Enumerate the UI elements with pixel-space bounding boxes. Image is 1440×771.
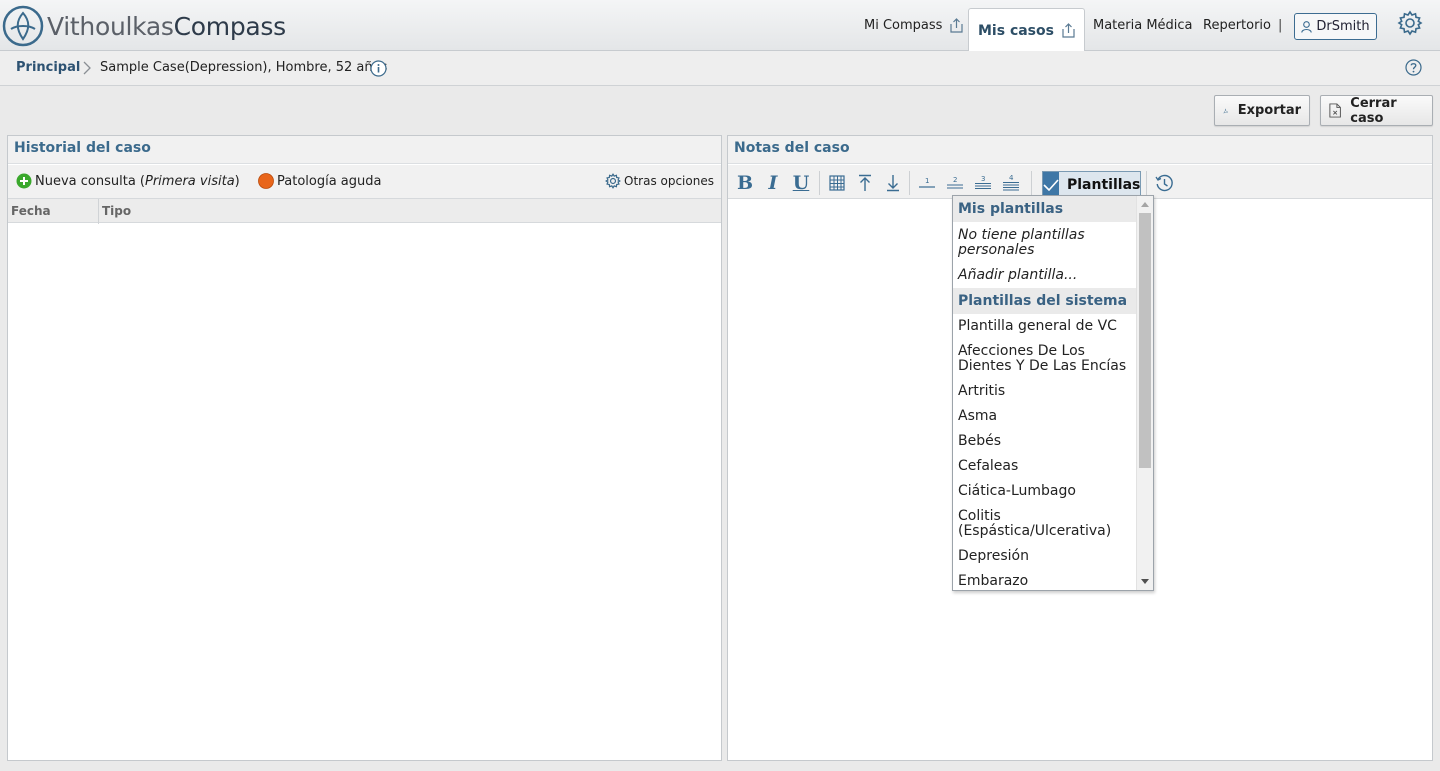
heading-2-button[interactable]: 2: [944, 172, 966, 194]
user-icon: [1301, 20, 1313, 33]
arrow-to-top-icon: [859, 174, 871, 191]
app-logo[interactable]: VithoulkasCompass: [2, 4, 286, 48]
svg-text:3: 3: [981, 176, 985, 183]
toolbar-divider: [819, 171, 820, 195]
dropdown-scrollbar[interactable]: [1136, 196, 1153, 590]
move-bottom-button[interactable]: [882, 172, 904, 194]
history-button[interactable]: [1153, 172, 1175, 194]
history-table-header: Fecha Tipo: [8, 198, 721, 224]
help-icon[interactable]: [1405, 59, 1422, 76]
italic-button[interactable]: I: [762, 172, 784, 194]
heading-3-button[interactable]: 3: [972, 172, 994, 194]
heading-1-icon: 1: [919, 177, 935, 188]
top-navigation-bar: VithoulkasCompass Mi Compass Mis casos M…: [0, 0, 1440, 52]
table-icon: [829, 175, 845, 191]
close-case-button[interactable]: Cerrar caso: [1320, 95, 1433, 126]
app-title: VithoulkasCompass: [47, 11, 286, 41]
history-clock-icon: [1154, 174, 1173, 191]
template-item[interactable]: Afecciones De Los Dientes Y De Las Encía…: [953, 339, 1138, 379]
add-circle-icon: [16, 173, 32, 189]
close-document-icon: [1329, 103, 1341, 118]
compass-logo-icon: [2, 5, 44, 47]
nav-mis-casos[interactable]: Mis casos: [968, 8, 1085, 52]
other-options-label: Otras opciones: [624, 174, 714, 188]
share-icon[interactable]: [950, 18, 964, 33]
gear-icon: [605, 173, 621, 189]
svg-text:1: 1: [925, 177, 929, 185]
breadcrumb-case-title: Sample Case(Depression), Hombre, 52 años: [100, 60, 388, 75]
template-item[interactable]: Cefaleas: [953, 454, 1138, 479]
user-menu-button[interactable]: DrSmith: [1294, 13, 1377, 40]
template-item[interactable]: Ciática-Lumbago: [953, 479, 1138, 504]
scroll-up-arrow-icon[interactable]: [1141, 202, 1149, 207]
share-icon[interactable]: [1062, 23, 1075, 38]
nav-mi-compass[interactable]: Mi Compass: [864, 0, 964, 51]
settings-gear-icon[interactable]: [1397, 10, 1423, 36]
user-name: DrSmith: [1316, 19, 1370, 34]
info-icon[interactable]: [370, 60, 387, 77]
insert-table-button[interactable]: [826, 172, 848, 194]
column-divider[interactable]: [98, 199, 99, 224]
underline-button[interactable]: U: [790, 172, 812, 194]
nav-mis-casos-label: Mis casos: [978, 22, 1054, 39]
templates-list: Mis plantillas No tiene plantillas perso…: [953, 196, 1138, 590]
column-header-fecha[interactable]: Fecha: [11, 204, 51, 218]
export-label: Exportar: [1237, 103, 1301, 118]
templates-label: Plantillas: [1067, 176, 1141, 193]
system-templates-header: Plantillas del sistema: [953, 288, 1138, 314]
checkmark-icon: [1043, 172, 1059, 197]
nav-repertorio[interactable]: Repertorio: [1203, 0, 1271, 51]
templates-button[interactable]: Plantillas: [1042, 171, 1141, 198]
arrow-to-bottom-icon: [887, 175, 899, 192]
template-item[interactable]: Colitis (Espástica/Ulcerativa): [953, 504, 1138, 544]
case-history-title: Historial del caso: [8, 136, 721, 164]
template-item[interactable]: Embarazo: [953, 569, 1138, 590]
template-item[interactable]: Bebés: [953, 429, 1138, 454]
breadcrumb: Principal Sample Case(Depression), Hombr…: [0, 51, 1440, 86]
nav-mi-compass-label: Mi Compass: [864, 18, 943, 33]
template-item[interactable]: Asma: [953, 404, 1138, 429]
heading-4-icon: 4: [1003, 175, 1019, 191]
svg-text:4: 4: [1009, 175, 1014, 182]
acute-pathology-icon: [258, 173, 274, 189]
heading-3-icon: 3: [975, 176, 991, 189]
heading-1-button[interactable]: 1: [916, 172, 938, 194]
other-options-button[interactable]: Otras opciones: [605, 173, 714, 189]
new-consultation-button[interactable]: Nueva consulta (Primera visita): [16, 173, 240, 189]
svg-text:2: 2: [953, 176, 957, 184]
close-case-label: Cerrar caso: [1350, 95, 1397, 126]
add-template-link[interactable]: Añadir plantilla...: [953, 263, 1138, 288]
heading-2-icon: 2: [947, 176, 963, 189]
my-templates-header: Mis plantillas: [953, 196, 1138, 222]
toolbar-divider: [909, 171, 910, 195]
chevron-right-icon: [83, 61, 91, 75]
nav-separator: |: [1278, 18, 1283, 33]
case-history-toolbar: Nueva consulta (Primera visita) Patologí…: [8, 165, 721, 199]
template-item[interactable]: Artritis: [953, 379, 1138, 404]
case-notes-title: Notas del caso: [728, 136, 1432, 164]
notes-editor-toolbar: B I U 1 2 3 4 Plantillas: [728, 165, 1432, 199]
scroll-down-arrow-icon[interactable]: [1141, 579, 1149, 584]
bold-button[interactable]: B: [734, 172, 756, 194]
templates-dropdown: Mis plantillas No tiene plantillas perso…: [952, 195, 1154, 591]
scrollbar-thumb[interactable]: [1139, 213, 1151, 468]
new-consultation-type: Primera visita: [145, 173, 235, 189]
template-item[interactable]: Depresión: [953, 544, 1138, 569]
nav-materia-medica[interactable]: Materia Médica: [1093, 0, 1193, 51]
no-personal-templates-text: No tiene plantillas personales: [958, 227, 1085, 258]
pdf-export-icon: [1223, 107, 1229, 113]
case-history-panel: Historial del caso Nueva consulta (Prime…: [7, 135, 722, 761]
toolbar-divider: [1146, 171, 1147, 195]
acute-pathology-label: Patología aguda: [277, 173, 382, 189]
heading-4-button[interactable]: 4: [1000, 172, 1022, 194]
export-button[interactable]: Exportar: [1214, 95, 1310, 126]
column-header-tipo[interactable]: Tipo: [102, 204, 131, 218]
move-top-button[interactable]: [854, 172, 876, 194]
new-consultation-label: Nueva consulta (: [35, 173, 145, 189]
template-item[interactable]: Plantilla general de VC: [953, 314, 1138, 339]
acute-pathology-button[interactable]: Patología aguda: [258, 173, 381, 189]
breadcrumb-home-link[interactable]: Principal: [16, 60, 80, 75]
toolbar-divider: [1031, 171, 1032, 195]
